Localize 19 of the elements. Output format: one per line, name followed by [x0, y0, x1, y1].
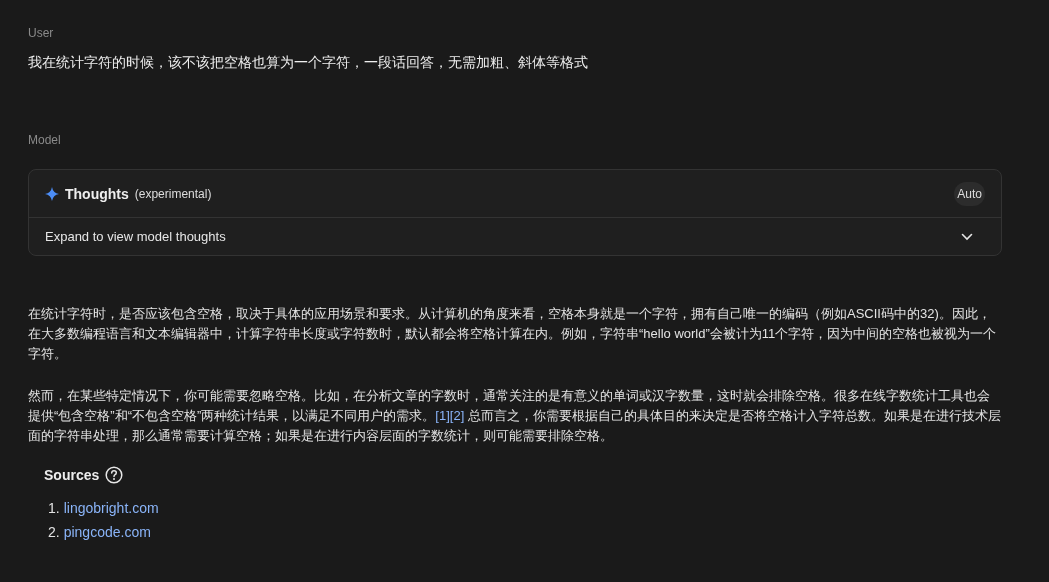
user-message: 我在统计字符的时候，该不该把空格也算为一个字符，一段话回答，无需加粗、斜体等格式	[28, 54, 588, 72]
role-label: Model	[28, 133, 61, 147]
source-link[interactable]: pingcode.com	[63, 520, 151, 544]
auto-button[interactable]: Auto	[954, 182, 985, 206]
citation-link[interactable]: [1]	[435, 408, 450, 423]
thoughts-title: Thoughts	[65, 186, 129, 202]
expand-thoughts-button[interactable]: Expand to view model thoughts	[29, 218, 1001, 255]
response-paragraph: 然而，在某些特定情况下，你可能需要忽略空格。比如，在分析文章的字数时，通常关注的是有意义的单词或汉字数量，这时就会排除空格。很多在线字数统计工具也会提供“包含空格”和“不包含空格”两种统计结果，以满足不同用户的需求。[1][2] 总而言之，你需要根据自己的具体目的来决定是否将空格计入字符总数。如果是在进行技术层面的字符串处理，那么通常需要计算空格；如果是在进行内容层面的字数统计，则可能需要排除空格。	[28, 387, 1002, 445]
list-number: 2.	[48, 523, 60, 542]
sparkle-icon	[45, 187, 59, 201]
chevron-icon	[961, 232, 973, 241]
list-number: 1.	[48, 499, 60, 518]
response-paragraph: 在统计字符时，是否应该包含空格，取决于具体的应用场景和要求。从计算机的角度来看，空格本身就是一个字符，拥有自己唯一的编码（例如ASCII码中的32)。因此，在大多数编程语言和文本编辑器中，计算字符串长度或字符数时，默认都会将空格计算在内。例如，字符串“hello world”会被计为11个字符，因为中间的空格也被视为一个字符。	[28, 305, 998, 363]
sources-title: Sources	[44, 467, 100, 483]
experimental-tag: (experimental)	[134, 187, 212, 201]
source-link[interactable]: lingobright.com	[63, 496, 159, 520]
citation-link[interactable]: [2]	[449, 408, 465, 423]
role-label: User	[28, 26, 54, 40]
help-icon[interactable]	[105, 466, 124, 484]
